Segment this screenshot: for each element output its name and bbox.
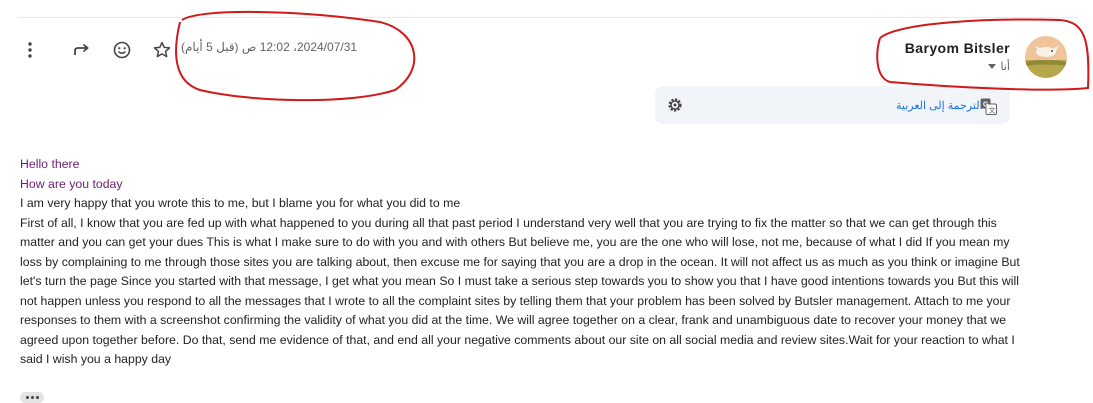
message-toolbar (18, 38, 190, 62)
smiley-icon (113, 41, 131, 59)
sender-name[interactable]: Baryom Bitsler (905, 40, 1010, 56)
translate-icon: G 文 (980, 98, 997, 115)
translate-bar: الترجمة إلى العربية G 文 (655, 86, 1010, 124)
more-options-button[interactable] (18, 38, 42, 62)
sender-avatar[interactable] (1025, 36, 1067, 78)
forward-button[interactable] (70, 38, 94, 62)
date-annotation-circle (175, 10, 416, 102)
top-divider (18, 17, 1078, 18)
translate-to-arabic-link[interactable]: الترجمة إلى العربية (896, 99, 983, 112)
message-body: Hello there How are you today I am very … (20, 155, 1020, 370)
emoji-reaction-button[interactable] (110, 38, 134, 62)
gear-icon (668, 98, 682, 112)
greeting-line-2: How are you today (20, 176, 123, 191)
body-line: I am very happy that you wrote this to m… (20, 196, 461, 210)
star-button[interactable] (150, 38, 174, 62)
body-paragraph: First of all, I know that you are fed up… (20, 215, 1020, 367)
recipient-label: أنا (1000, 61, 1010, 73)
message-date: 2024/07/31، 12:02 ص (قبل 5 أيام) (181, 40, 358, 54)
recipient-line[interactable]: أنا (905, 60, 1010, 73)
recipient-details-dropdown-icon[interactable] (987, 64, 996, 69)
sender-block: Baryom Bitsler أنا (905, 40, 1010, 73)
star-icon (153, 41, 171, 58)
avatar-image (1025, 36, 1067, 78)
translate-settings-button[interactable] (666, 96, 684, 114)
greeting-line-1: Hello there (20, 157, 80, 171)
vertical-dots-icon (28, 42, 32, 58)
forward-arrow-icon (74, 43, 89, 55)
svg-text:文: 文 (989, 106, 996, 115)
show-trimmed-content-button[interactable] (20, 392, 44, 403)
